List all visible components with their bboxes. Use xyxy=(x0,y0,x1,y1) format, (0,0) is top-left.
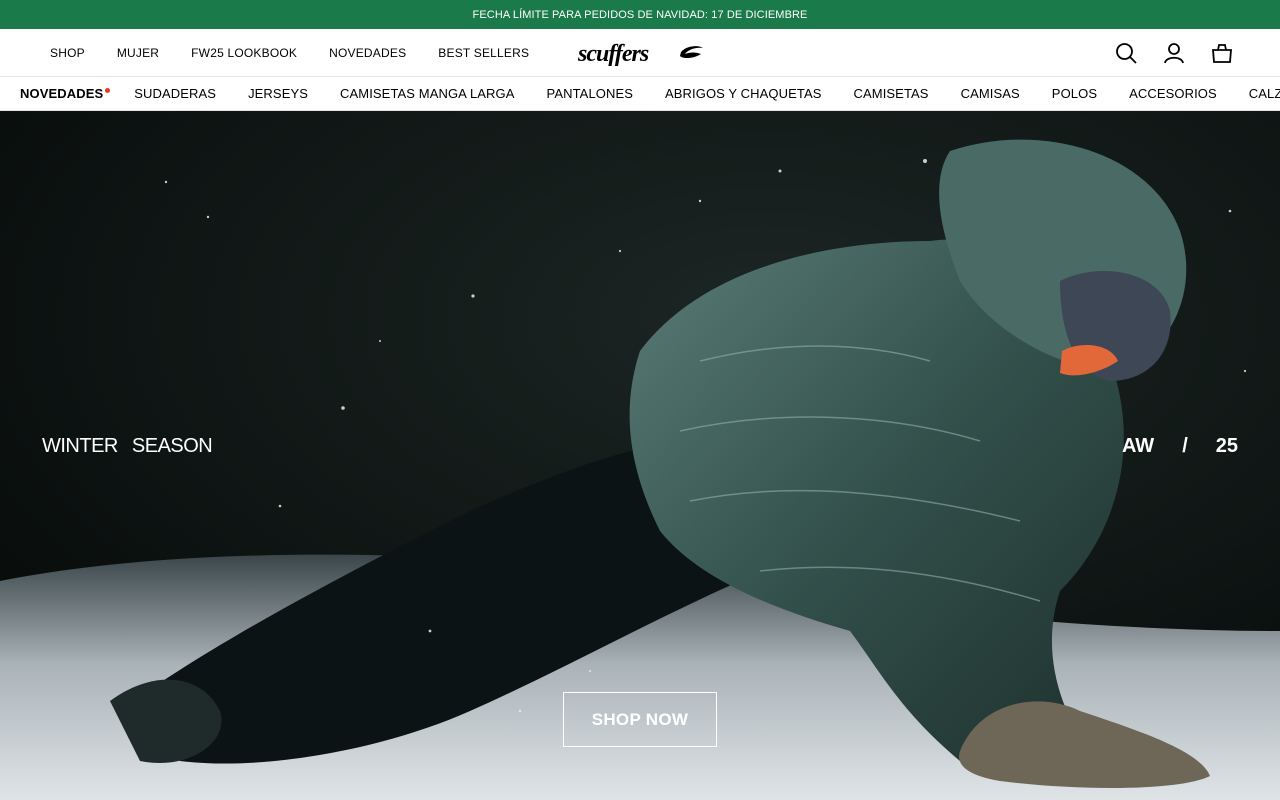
bag-icon[interactable] xyxy=(1210,41,1234,65)
nav-shop[interactable]: SHOP xyxy=(50,46,85,60)
nav-mujer[interactable]: MUJER xyxy=(117,46,159,60)
hero-word-winter: WINTER xyxy=(42,435,118,457)
category-label: NOVEDADES xyxy=(20,86,104,101)
hero-collection-tag: AW / 25 xyxy=(1122,435,1238,458)
nav-lookbook[interactable]: FW25 LOOKBOOK xyxy=(191,46,297,60)
svg-text:scuffers: scuffers xyxy=(577,41,649,67)
category-pantalones[interactable]: PANTALONES xyxy=(547,86,633,101)
main-nav: SHOP MUJER FW25 LOOKBOOK NOVEDADES BEST … xyxy=(0,29,561,76)
shop-now-button[interactable]: SHOP NOW xyxy=(563,692,717,747)
user-icon[interactable] xyxy=(1162,41,1186,65)
announcement-text: FECHA LÍMITE PARA PEDIDOS DE NAVIDAD: 17… xyxy=(472,8,808,21)
hero-tag-year: 25 xyxy=(1215,435,1238,457)
category-calzado[interactable]: CALZADO xyxy=(1249,86,1280,101)
category-camisas[interactable]: CAMISAS xyxy=(961,86,1020,101)
category-abrigos-chaquetas[interactable]: ABRIGOS Y CHAQUETAS xyxy=(665,86,822,101)
header-icons xyxy=(1114,41,1234,65)
category-camisetas-manga-larga[interactable]: CAMISETAS MANGA LARGA xyxy=(340,86,515,101)
category-sudaderas[interactable]: SUDADERAS xyxy=(134,86,216,101)
site-logo[interactable]: scuffers xyxy=(577,39,705,67)
site-header: SHOP MUJER FW25 LOOKBOOK NOVEDADES BEST … xyxy=(0,29,1280,77)
hero-banner[interactable]: WINTER SEASON AW / 25 SHOP NOW xyxy=(0,111,1280,800)
nav-novedades[interactable]: NOVEDADES xyxy=(329,46,406,60)
hero-tag-aw: AW xyxy=(1121,435,1155,457)
hero-tag-slash: / xyxy=(1182,435,1188,457)
category-accesorios[interactable]: ACCESORIOS xyxy=(1129,86,1217,101)
category-novedades[interactable]: NOVEDADES xyxy=(20,86,111,101)
category-jerseys[interactable]: JERSEYS xyxy=(248,86,308,101)
category-camisetas[interactable]: CAMISETAS xyxy=(854,86,929,101)
logo-graphic: scuffers xyxy=(577,41,703,67)
announcement-bar: FECHA LÍMITE PARA PEDIDOS DE NAVIDAD: 17… xyxy=(0,0,1280,29)
category-polos[interactable]: POLOS xyxy=(1052,86,1097,101)
hero-season-title: WINTER SEASON xyxy=(42,435,226,458)
category-nav: NOVEDADES SUDADERAS JERSEYS CAMISETAS MA… xyxy=(0,77,1280,111)
hero-word-season: SEASON xyxy=(131,435,213,457)
nav-best-sellers[interactable]: BEST SELLERS xyxy=(438,46,529,60)
search-icon[interactable] xyxy=(1114,41,1138,65)
new-indicator-dot xyxy=(105,88,111,93)
